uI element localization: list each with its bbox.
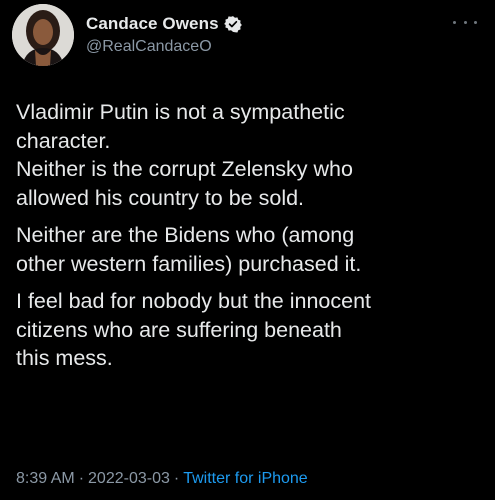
name-row: Candace Owens [86, 14, 242, 34]
separator: · [78, 470, 85, 487]
verified-badge-icon [223, 15, 242, 33]
tweet-source-link[interactable]: Twitter for iPhone [183, 470, 308, 487]
tweet-metadata: 8:39 AM · 2022-03-03 · Twitter for iPhone [16, 470, 308, 488]
avatar-image [12, 4, 74, 66]
more-options-icon[interactable] [453, 16, 477, 28]
separator: · [173, 470, 180, 487]
author-info: Candace Owens @RealCandaceO [86, 14, 242, 56]
dot [463, 20, 467, 24]
tweet-time[interactable]: 8:39 AM [16, 470, 75, 487]
tweet-line: other western families) purchased it. [16, 251, 362, 276]
dot [453, 20, 456, 24]
dot [474, 20, 477, 24]
avatar[interactable] [12, 4, 74, 66]
tweet-line: Vladimir Putin is not a sympathetic [16, 100, 345, 124]
tweet-date[interactable]: 2022-03-03 [88, 470, 170, 487]
tweet-line: citizens who are suffering beneath [16, 317, 342, 342]
tweet-paragraph: Vladimir Putin is not a sympathetic char… [16, 98, 486, 212]
tweet-line: Neither is the corrupt Zelensky who [16, 157, 353, 181]
tweet-line: allowed his country to be sold. [16, 185, 305, 210]
tweet-text: Vladimir Putin is not a sympathetic char… [16, 98, 486, 373]
tweet-line: I feel bad for nobody but the innocent [16, 289, 372, 313]
tweet-line: character. [16, 128, 111, 153]
handle[interactable]: @RealCandaceO [86, 38, 242, 56]
tweet-header: Candace Owens @RealCandaceO [12, 4, 242, 66]
tweet-line: this mess. [16, 346, 113, 370]
tweet: Candace Owens @RealCandaceO Vladimir Put… [0, 0, 495, 500]
tweet-paragraph: Neither are the Bidens who (among other … [16, 221, 486, 278]
display-name[interactable]: Candace Owens [86, 14, 219, 34]
tweet-paragraph: I feel bad for nobody but the innocent c… [16, 287, 486, 373]
tweet-line: Neither are the Bidens who (among [16, 223, 355, 247]
